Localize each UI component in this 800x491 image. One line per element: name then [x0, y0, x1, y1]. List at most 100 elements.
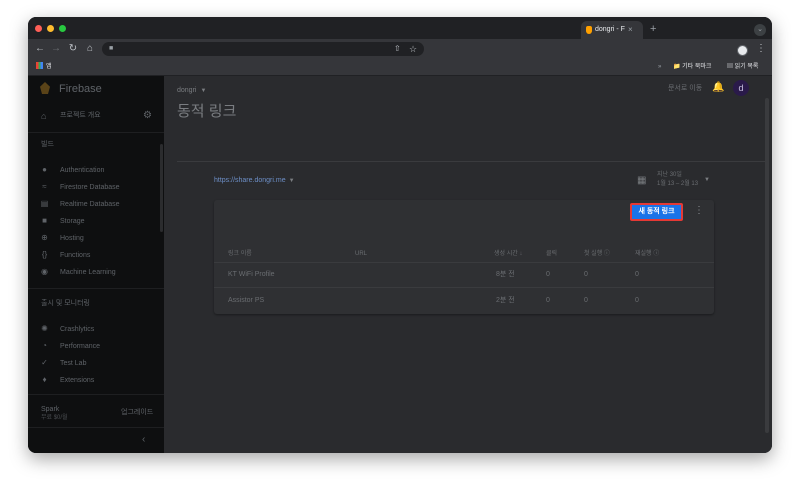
sidebar-item-hosting[interactable]: ⊕ Hosting [28, 231, 164, 246]
upgrade-button[interactable]: 업그레이드 [121, 408, 153, 417]
sidebar-divider [28, 394, 164, 395]
sidebar-divider [28, 427, 164, 428]
robot-icon: ◉ [41, 267, 48, 276]
globe-icon: ⊕ [41, 233, 48, 242]
main-scrollbar[interactable] [765, 98, 769, 433]
calendar-icon[interactable]: ▦ [637, 175, 646, 187]
tab-title: dongri - F [595, 26, 625, 33]
apps-grid-icon [36, 62, 43, 69]
sidebar-item-performance[interactable]: ◔ Performance [28, 339, 164, 354]
extension-icon[interactable] [737, 45, 748, 56]
wifi-icon: ≈ [42, 182, 47, 191]
sidebar-item-label: Authentication [60, 167, 105, 174]
more-bookmarks-chevron-icon[interactable]: » [658, 61, 661, 73]
row-reopen: 0 [635, 271, 639, 278]
sidebar-item-storage[interactable]: ■ Storage [28, 214, 164, 229]
date-range-value[interactable]: 1월 13 – 2월 13 [657, 180, 698, 188]
share-icon[interactable]: ⇧ [394, 43, 401, 55]
release-section-title: 출시 및 모니터링 [41, 300, 90, 307]
crash-icon: ✺ [41, 324, 48, 333]
row-link-name[interactable]: Assistor PS [228, 296, 264, 305]
back-button[interactable]: ← [33, 42, 47, 56]
column-header-clicks[interactable]: 클릭 [546, 250, 557, 258]
home-icon[interactable]: ⌂ [41, 111, 46, 121]
address-bar[interactable]: ■ ⇧ ☆ [102, 42, 424, 56]
page-content: Firebase ⌂ 프로젝트 개요 ⚙ 빌드 ● Authentication… [28, 76, 772, 453]
docs-link[interactable]: 문서로 이동 [668, 84, 702, 94]
project-overview-link[interactable]: 프로젝트 개요 [60, 111, 101, 121]
people-icon: ● [42, 165, 47, 174]
new-tab-button[interactable]: + [650, 23, 656, 35]
row-created: 2분 전 [496, 297, 515, 304]
sidebar-item-label: Hosting [60, 235, 84, 242]
sidebar-item-label: Machine Learning [60, 269, 116, 276]
sidebar-item-label: Extensions [60, 377, 95, 384]
sidebar-item-functions[interactable]: {} Functions [28, 248, 164, 263]
new-dynamic-link-button[interactable]: 새 동적 링크 [630, 203, 683, 221]
page-title: 동적 링크 [177, 103, 237, 120]
project-selector[interactable]: dongri ▼ [177, 86, 206, 96]
minimize-window-button[interactable] [47, 25, 54, 32]
project-name: dongri [177, 87, 197, 94]
row-first-open: 0 [584, 297, 588, 304]
home-button[interactable]: ⌂ [83, 42, 97, 56]
collapse-sidebar-chevron-icon[interactable]: ‹ [142, 434, 145, 446]
column-header-created[interactable]: 생성 시간 ↓ [494, 250, 522, 258]
tab-search-button[interactable]: ⌄ [754, 24, 766, 36]
sidebar-item-label: Crashlytics [60, 326, 95, 333]
sidebar-item-extensions[interactable]: ♦ Extensions [28, 373, 164, 388]
column-header-link-name[interactable]: 링크 이름 [228, 250, 252, 258]
database-icon: ▤ [40, 199, 49, 208]
gear-icon[interactable]: ⚙ [143, 110, 152, 122]
sidebar-item-test-lab[interactable]: ✓ Test Lab [28, 356, 164, 371]
row-link-name[interactable]: KT WiFi Profile [228, 270, 275, 279]
firebase-favicon-icon [586, 26, 592, 34]
sidebar-scrollbar[interactable] [160, 144, 163, 232]
bookmarks-bar: 앱 » 📁 기타 북마크 ▤ 읽기 목록 [28, 59, 772, 76]
lock-icon: ■ [109, 45, 114, 52]
sidebar-item-realtime-database[interactable]: ▤ Realtime Database [28, 197, 164, 212]
sidebar-item-firestore[interactable]: ≈ Firestore Database [28, 180, 164, 195]
braces-icon: {} [41, 250, 48, 259]
row-first-open: 0 [584, 271, 588, 278]
bell-icon[interactable]: 🔔 [712, 81, 724, 95]
plan-description: 무료 $0/월 [41, 415, 68, 421]
avatar[interactable]: d [733, 80, 749, 96]
plan-name: Spark [41, 406, 60, 413]
row-reopen: 0 [635, 297, 639, 304]
sidebar-item-label: Test Lab [60, 360, 87, 367]
browser-toolbar: ← → ↻ ⌂ ■ ⇧ ☆ ⋮ [28, 39, 772, 59]
folder-icon: 📁 [673, 64, 683, 70]
sidebar-item-machine-learning[interactable]: ◉ Machine Learning [28, 265, 164, 280]
column-header-reopen[interactable]: 재실행 ⓘ [635, 250, 659, 258]
more-options-icon[interactable]: ⋮ [694, 205, 704, 217]
header-divider [177, 161, 769, 162]
maximize-window-button[interactable] [59, 25, 66, 32]
bookmark-star-icon[interactable]: ☆ [409, 43, 417, 55]
reload-button[interactable]: ↻ [66, 42, 80, 56]
firebase-sidebar: Firebase ⌂ 프로젝트 개요 ⚙ 빌드 ● Authentication… [28, 76, 164, 453]
browser-menu-icon[interactable]: ⋮ [756, 43, 766, 55]
close-window-button[interactable] [35, 25, 42, 32]
sidebar-item-label: Storage [60, 218, 85, 225]
apps-bookmark[interactable]: 앱 [36, 61, 52, 73]
date-range-label[interactable]: 지난 30일 [657, 171, 682, 179]
column-header-first-open[interactable]: 첫 실행 ⓘ [584, 250, 610, 258]
sidebar-item-label: Firestore Database [60, 184, 120, 191]
forward-button[interactable]: → [49, 42, 63, 56]
other-bookmarks[interactable]: 📁 기타 북마크 [673, 61, 711, 73]
domain-selector[interactable]: https://share.dongri.me ▼ [214, 176, 295, 186]
row-divider [214, 287, 714, 288]
tab-close-icon[interactable]: × [628, 21, 638, 39]
domain-url: https://share.dongri.me [214, 177, 286, 184]
column-header-url[interactable]: URL [355, 250, 367, 258]
chevron-down-icon: ▼ [288, 178, 295, 184]
row-created: 8분 전 [496, 271, 515, 278]
reading-list[interactable]: ▤ 읽기 목록 [727, 61, 758, 73]
firebase-logo-icon [40, 82, 50, 94]
sidebar-item-authentication[interactable]: ● Authentication [28, 163, 164, 178]
date-chevron-down-icon[interactable]: ▼ [704, 176, 710, 184]
sidebar-item-label: Realtime Database [60, 201, 120, 208]
brand-name: Firebase [59, 83, 102, 95]
sidebar-item-crashlytics[interactable]: ✺ Crashlytics [28, 322, 164, 337]
